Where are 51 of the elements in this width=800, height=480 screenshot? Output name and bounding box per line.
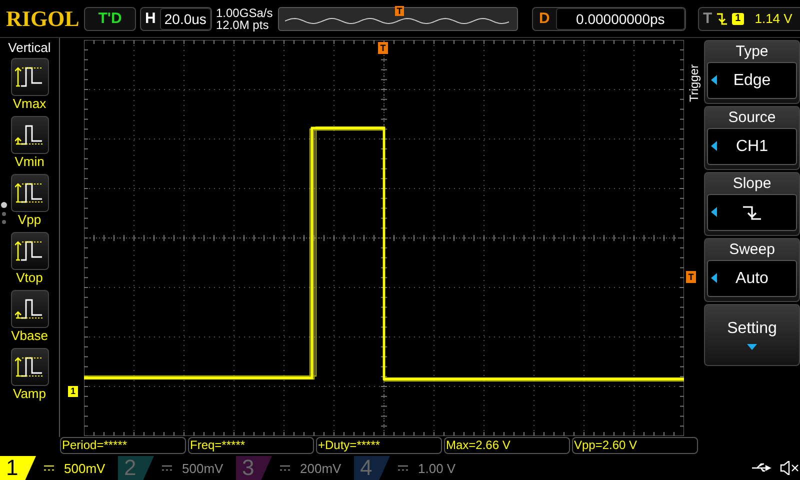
channel-marker[interactable]: 1	[68, 386, 78, 397]
channel-scale: 200mV	[300, 460, 342, 476]
trigger-menu-button[interactable]: Setting	[704, 304, 800, 366]
dc-coupling-icon	[162, 465, 172, 471]
measurement-readout: Max=2.66 V	[444, 437, 570, 454]
falling-edge-icon	[717, 12, 728, 26]
trigger-menu-button[interactable]: Type Edge	[704, 40, 800, 104]
left-arrow-icon	[711, 75, 717, 85]
falling-edge-icon	[743, 204, 761, 220]
page-dot[interactable]	[2, 212, 6, 216]
trigger-menu-button[interactable]: Sweep Auto	[704, 238, 800, 302]
trigger-menu-button[interactable]: Slope	[704, 172, 800, 236]
dc-coupling-icon	[44, 465, 54, 471]
measurement-readout: Period=*****	[60, 437, 186, 454]
menu-value: Edge	[707, 62, 797, 99]
menu-value: Auto	[707, 260, 797, 297]
menu-title: Trigger	[686, 63, 702, 102]
left-arrow-icon	[711, 273, 717, 283]
trigger-level-marker[interactable]: T	[686, 271, 696, 283]
channel-scale: 500mV	[64, 460, 106, 476]
page-dot[interactable]	[2, 220, 6, 224]
run-status: T'D	[84, 6, 136, 30]
left-arrow-icon	[711, 141, 717, 151]
channel-scale: 1.00 V	[418, 460, 456, 476]
trigger-label: T	[703, 10, 712, 27]
measurement-readout: +Duty=*****	[316, 437, 442, 454]
sample-rate: 1.00GSa/s	[216, 6, 273, 20]
brand-logo: RIGOL	[6, 6, 80, 32]
down-arrow-icon	[747, 344, 757, 350]
usb-icon	[752, 463, 772, 473]
measurement-readout: Vpp=2.60 V	[572, 437, 698, 454]
memory-depth: 12.0M pts	[216, 18, 269, 32]
trigger-level: 1.14 V	[754, 11, 792, 26]
delay-label: D	[539, 10, 550, 27]
dc-coupling-icon	[280, 465, 290, 471]
overview-wave-icon	[285, 18, 510, 24]
measurement-readout: Freq=*****	[188, 437, 314, 454]
trigger-position-marker[interactable]: T	[378, 42, 388, 54]
menu-value: CH1	[707, 128, 797, 165]
horizontal-label: H	[145, 10, 156, 27]
delay-value: 0.00000000ps	[556, 8, 685, 30]
trigger-marker: T	[395, 6, 404, 16]
trigger-menu-button[interactable]: Source CH1	[704, 106, 800, 170]
horizontal-scale: 20.0us	[160, 8, 211, 30]
channel-scale: 500mV	[182, 460, 224, 476]
sidebar-title: Vertical	[8, 40, 51, 55]
left-arrow-icon	[711, 207, 717, 217]
trigger-source: 1	[732, 12, 744, 24]
page-dot[interactable]	[1, 202, 7, 208]
mute-icon	[780, 461, 800, 475]
dc-coupling-icon	[398, 465, 408, 471]
